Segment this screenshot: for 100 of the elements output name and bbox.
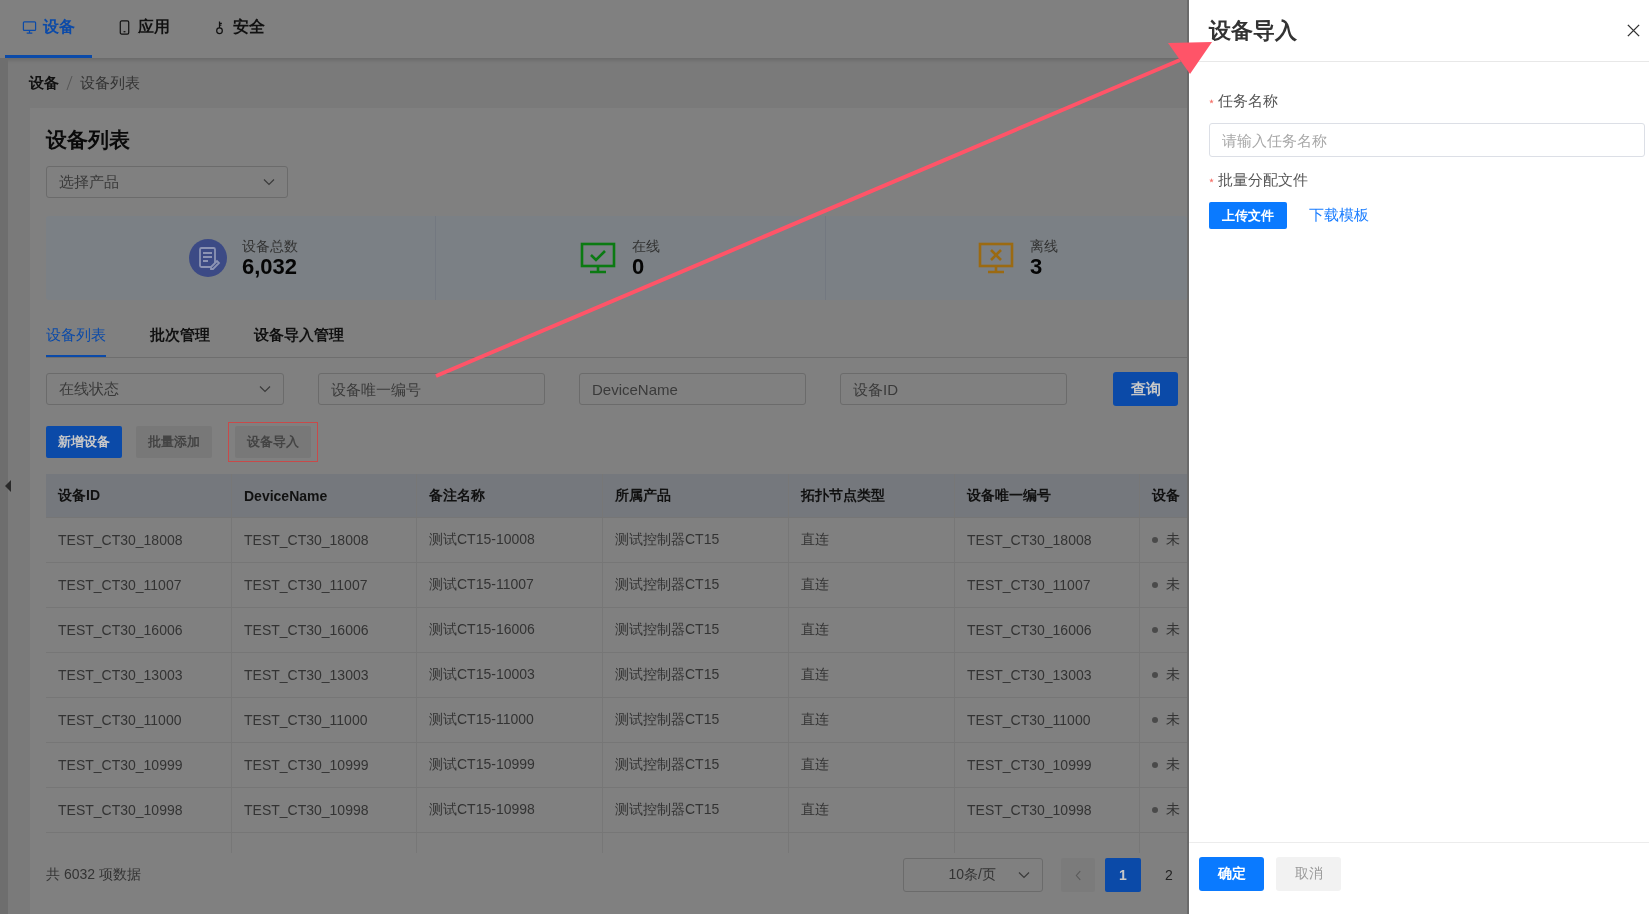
tab[interactable]: 设备导入管理 [254,326,344,357]
chevron-down-icon [1018,871,1030,879]
table-cell: 测试控制器CT15 [615,531,720,549]
table-cell: 测试控制器CT15 [615,621,720,639]
total-count: 共 6032 项数据 [46,866,141,884]
table-cell: 测试CT15-11007 [429,576,534,594]
table-cell: 直连 [801,756,829,774]
nav-tab[interactable]: 设备 [5,0,92,58]
column-header: 设备唯一编号 [955,474,1140,517]
table-cell: 未 [1166,711,1180,729]
table-cell: 未 [1166,621,1180,639]
table-cell: 测试CT15-10003 [429,666,535,684]
field-label: 批量分配文件 [1218,171,1308,190]
table-cell: 直连 [801,801,829,819]
column-header: 所属产品 [603,474,789,517]
column-header: 设备 [1150,485,1181,505]
table-cell: TEST_CT30_16006 [58,622,183,638]
stat-value: 6,032 [242,256,298,278]
table-cell: 直连 [801,621,829,639]
status-dot [1152,627,1158,633]
table-cell: TEST_CT30_13003 [967,667,1092,683]
status-dot [1152,717,1158,723]
table-cell: 测试CT15-16006 [429,621,535,639]
table-cell: 测试CT15-11000 [429,711,534,729]
download-template-link[interactable]: 下载模板 [1309,206,1369,225]
table-cell: 测试控制器CT15 [615,711,720,729]
monitor-icon [22,20,37,35]
table-cell: 测试CT15-10999 [429,756,535,774]
table-cell: TEST_CT30_11000 [58,712,182,728]
nav-tab[interactable]: 应用 [100,0,187,58]
field-label: 任务名称 [1218,92,1278,111]
table-cell: 未 [1166,666,1180,684]
page-button[interactable]: 2 [1151,858,1187,892]
upload-button[interactable]: 上传文件 [1209,202,1287,229]
table-cell: TEST_CT30_11000 [244,712,368,728]
status-dot [1152,537,1158,543]
table-cell: TEST_CT30_13003 [244,667,369,683]
column-header: 设备ID [46,474,232,517]
search-field[interactable]: 设备ID [840,373,1067,405]
table-cell: 直连 [801,576,829,594]
product-select[interactable]: 选择产品 [46,166,288,198]
action-button[interactable]: 新增设备 [46,426,122,458]
table-cell: 测试CT15-10008 [429,531,535,549]
table-cell: 测试控制器CT15 [615,666,720,684]
table-cell: 直连 [801,531,829,549]
search-field[interactable]: DeviceName [579,373,806,405]
breadcrumb-item[interactable]: 设备 [29,73,59,93]
column-header: 拓扑节点类型 [789,474,955,517]
document-icon [188,238,228,278]
stat-value: 0 [632,256,646,278]
footer-button[interactable]: 确定 [1199,856,1264,891]
phone-icon [117,20,132,35]
status-select[interactable]: 在线状态 [46,373,284,405]
table-cell: TEST_CT30_11000 [967,712,1091,728]
page-title: 设备列表 [46,127,130,153]
table-cell: 未 [1166,756,1180,774]
table-cell: TEST_CT30_18008 [244,532,369,548]
status-dot [1152,582,1158,588]
table-cell: 测试CT15-10998 [429,801,535,819]
tab[interactable]: 批次管理 [150,326,210,357]
table-cell: TEST_CT30_16006 [967,622,1092,638]
page-button[interactable]: 1 [1105,858,1141,892]
drawer-title: 设备导入 [1209,16,1297,45]
chevron-down-icon [263,178,275,186]
table-cell: TEST_CT30_13003 [58,667,183,683]
table-cell: TEST_CT30_10999 [967,757,1092,773]
table-cell: 未 [1166,531,1180,549]
table-cell: TEST_CT30_11007 [244,577,368,593]
table-cell: TEST_CT30_10998 [967,802,1092,818]
close-icon[interactable] [1626,23,1641,38]
table-cell: 未 [1166,576,1180,594]
table-cell: TEST_CT30_10999 [244,757,369,773]
table-cell: 直连 [801,711,829,729]
tab[interactable]: 设备列表 [46,326,106,357]
page-size-select[interactable]: 10条/页 [903,858,1043,892]
table-cell: TEST_CT30_10998 [58,802,183,818]
column-header: DeviceName [232,474,417,517]
chevron-down-icon [259,385,271,393]
breadcrumb-item: 设备列表 [80,73,140,93]
stat-value: 3 [1030,256,1044,278]
table-cell: TEST_CT30_16006 [244,622,369,638]
column-header: 备注名称 [417,474,603,517]
stat-label: 设备总数 [242,238,298,256]
stat-label: 在线 [632,238,660,256]
status-dot [1152,762,1158,768]
table-cell: 测试控制器CT15 [615,576,720,594]
table-cell: 直连 [801,666,829,684]
nav-tab[interactable]: 安全 [195,0,282,58]
query-button[interactable]: 查询 [1113,372,1178,406]
table-cell: TEST_CT30_10999 [58,757,183,773]
table-cell: TEST_CT30_11007 [967,577,1091,593]
table-cell: TEST_CT30_18008 [58,532,183,548]
footer-button[interactable]: 取消 [1276,856,1341,891]
task-name-field[interactable]: 请输入任务名称 [1209,123,1645,157]
table-cell: 测试控制器CT15 [615,756,720,774]
chevron-left-icon [1074,869,1082,881]
table-cell: TEST_CT30_18008 [967,532,1092,548]
table-cell: 未 [1166,801,1180,819]
status-dot [1152,672,1158,678]
status-dot [1152,807,1158,813]
